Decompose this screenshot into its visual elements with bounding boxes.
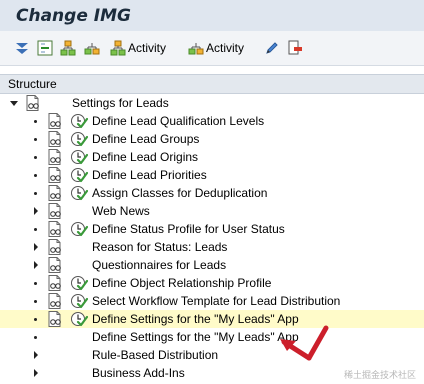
position-button[interactable] [60, 39, 76, 57]
leaf-bullet-icon [34, 300, 37, 303]
tree-row-label: Define Status Profile for User Status [92, 222, 285, 236]
tree-row[interactable]: Define Status Profile for User Status [0, 220, 424, 238]
leaf-bullet-icon [34, 174, 37, 177]
delete-button[interactable] [287, 39, 303, 57]
tree-row-label: Select Workflow Template for Lead Distri… [92, 294, 341, 308]
tree-row-root[interactable]: Settings for Leads [0, 94, 424, 112]
collapse-icon [37, 40, 53, 56]
activity-button-2[interactable]: Activity [188, 39, 244, 57]
document-glasses-icon[interactable] [46, 131, 64, 147]
expand-arrow-icon[interactable] [34, 369, 38, 377]
pencil-icon [266, 42, 278, 54]
document-glasses-icon[interactable] [46, 113, 64, 129]
find-node-button[interactable] [84, 39, 100, 57]
watermark: 稀土掘金技术社区 [343, 370, 416, 380]
document-glasses-icon[interactable] [46, 149, 64, 165]
tree-row[interactable]: Define Lead Origins [0, 148, 424, 166]
title-bar: Change IMG [0, 0, 424, 31]
document-glasses-icon[interactable] [46, 185, 64, 201]
execute-check-icon[interactable] [70, 149, 88, 165]
tree-row[interactable]: Questionnaires for Leads [0, 256, 424, 274]
tree-row-label: Define Lead Groups [92, 132, 200, 146]
activity-label-2: Activity [206, 41, 245, 55]
tree-row-label: Web News [92, 204, 150, 218]
execute-check-icon[interactable] [70, 311, 88, 327]
tree-row[interactable]: Rule-Based Distribution [0, 346, 424, 364]
expand-arrow-icon[interactable] [34, 207, 38, 215]
execute-check-icon[interactable] [70, 131, 88, 147]
execute-check-icon[interactable] [70, 185, 88, 201]
structure-header-label: Structure [8, 77, 57, 91]
tree-row[interactable]: Define Lead Priorities [0, 166, 424, 184]
execute-check-icon[interactable] [70, 167, 88, 183]
collapse-subtree-button[interactable] [37, 39, 53, 57]
expand-arrow-icon[interactable] [34, 261, 38, 269]
tree-row[interactable]: Define Settings for the "My Leads" App [0, 310, 424, 328]
activity-button-1[interactable]: Activity [110, 39, 166, 57]
leaf-bullet-icon [34, 282, 37, 285]
expand-all-icon [16, 43, 28, 54]
tree-row[interactable]: Web News [0, 202, 424, 220]
execute-check-icon[interactable] [70, 113, 88, 129]
activity-label-1: Activity [128, 41, 167, 55]
document-glasses-icon[interactable] [46, 293, 64, 309]
leaf-bullet-icon [34, 336, 37, 339]
leaf-bullet-icon [34, 138, 37, 141]
red-arrow-annotation [280, 325, 329, 361]
tree-row[interactable]: Reason for Status: Leads [0, 238, 424, 256]
tree-row-label: Assign Classes for Deduplication [92, 186, 268, 200]
tree-row[interactable]: Define Lead Groups [0, 130, 424, 148]
tree-row-label: Questionnaires for Leads [92, 258, 227, 272]
execute-check-icon[interactable] [70, 293, 88, 309]
tree-row[interactable]: Define Object Relationship Profile [0, 274, 424, 292]
document-glasses-icon[interactable] [46, 239, 64, 255]
delete-doc-icon [288, 40, 302, 55]
window-title: Change IMG [16, 6, 131, 26]
tree-row-label: Define Settings for the "My Leads" App [92, 312, 299, 326]
edit-button[interactable] [264, 39, 280, 57]
activity-tree-icon [188, 43, 204, 55]
tree-row-label: Define Lead Origins [92, 150, 199, 164]
expand-subtree-button[interactable] [14, 39, 30, 57]
tree-row-label: Define Settings for the "My Leads" App [92, 330, 299, 344]
application-toolbar: Activity Activity [0, 31, 424, 66]
tree-row[interactable]: Select Workflow Template for Lead Distri… [0, 292, 424, 310]
collapse-arrow-icon[interactable] [10, 101, 18, 106]
tree-row-label: Define Lead Priorities [92, 168, 207, 182]
leaf-bullet-icon [34, 120, 37, 123]
leaf-bullet-icon [34, 318, 37, 321]
document-glasses-icon[interactable] [46, 275, 64, 291]
document-glasses-icon[interactable] [46, 311, 64, 327]
tree-row[interactable]: Define Lead Qualification Levels [0, 112, 424, 130]
document-glasses-icon[interactable] [46, 203, 64, 219]
structure-header: Structure [0, 74, 424, 94]
activity-tree-icon [110, 40, 126, 56]
document-glasses-icon[interactable] [46, 221, 64, 237]
tree-row-label: Define Lead Qualification Levels [92, 114, 265, 128]
leaf-bullet-icon [34, 228, 37, 231]
document-glasses-icon [26, 95, 39, 111]
tree-row-label: Rule-Based Distribution [92, 348, 219, 362]
expand-arrow-icon[interactable] [34, 351, 38, 359]
execute-check-icon[interactable] [70, 221, 88, 237]
document-glasses-icon[interactable] [46, 257, 64, 273]
leaf-bullet-icon [34, 156, 37, 159]
tree-find-icon [84, 43, 100, 55]
tree-row[interactable]: Assign Classes for Deduplication [0, 184, 424, 202]
expand-arrow-icon[interactable] [34, 243, 38, 251]
tree-row-label: Define Object Relationship Profile [92, 276, 272, 290]
tree-row-label: Reason for Status: Leads [92, 240, 228, 254]
leaf-bullet-icon [34, 192, 37, 195]
tree-row-label: Business Add-Ins [92, 366, 185, 380]
execute-check-icon[interactable] [70, 275, 88, 291]
tree-row-label: Settings for Leads [72, 96, 169, 110]
tree-nodes-icon [60, 40, 76, 56]
tree-row[interactable]: Define Settings for the "My Leads" App [0, 328, 424, 346]
document-glasses-icon[interactable] [46, 167, 64, 183]
